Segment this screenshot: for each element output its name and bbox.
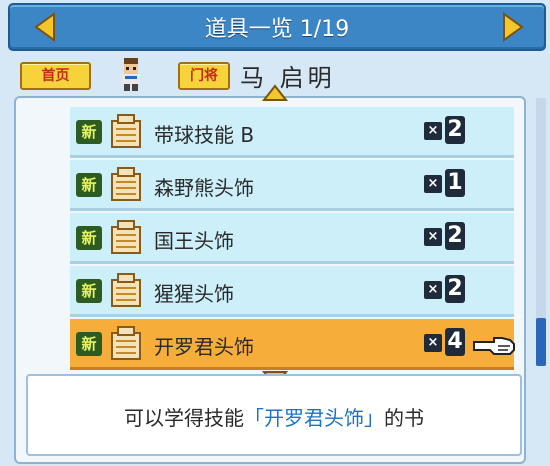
item-row-3[interactable]: 新 猩猩头饰 × 2 xyxy=(70,266,514,317)
triangle-up-icon xyxy=(262,84,288,101)
new-badge: 新 xyxy=(76,332,102,356)
multiply-icon: × xyxy=(424,334,442,352)
new-badge: 新 xyxy=(76,120,102,144)
description-highlight: 「开罗君头饰」 xyxy=(244,406,384,430)
item-description: 可以学得技能「开罗君头饰」的书 xyxy=(28,402,520,431)
item-quantity: 2 xyxy=(445,116,465,144)
item-row-1[interactable]: 新 森野熊头饰 × 1 xyxy=(70,160,514,211)
item-row-2[interactable]: 新 国王头饰 × 2 xyxy=(70,213,514,264)
book-icon xyxy=(108,217,144,257)
new-badge: 新 xyxy=(76,173,102,197)
new-badge: 新 xyxy=(76,226,102,250)
header-bar: 道具一览 1/19 xyxy=(8,3,546,51)
home-tag-button[interactable]: 首页 xyxy=(20,62,91,90)
item-name: 森野熊头饰 xyxy=(154,176,254,200)
item-quantity: 2 xyxy=(445,222,465,250)
item-row-0[interactable]: 新 带球技能 B × 2 xyxy=(70,107,514,158)
item-name: 猩猩头饰 xyxy=(154,282,234,306)
item-row-4-selected[interactable]: 新 开罗君头饰 × 4 xyxy=(70,319,514,370)
new-badge: 新 xyxy=(76,279,102,303)
game-screen: 道具一览 1/19 首页 门将 马 启明 新 带球技能 B × 2 新 森野熊头… xyxy=(0,0,550,466)
scrollbar-thumb[interactable] xyxy=(536,318,546,366)
item-name: 带球技能 B xyxy=(154,123,255,147)
player-avatar xyxy=(114,56,148,92)
page-indicator: 1/19 xyxy=(299,17,350,42)
title-text: 道具一览 xyxy=(204,17,293,42)
book-icon xyxy=(108,270,144,310)
book-icon xyxy=(108,164,144,204)
item-name: 国王头饰 xyxy=(154,229,234,253)
position-tag: 门将 xyxy=(178,62,230,90)
pointing-hand-icon xyxy=(472,332,516,358)
item-description-box: 可以学得技能「开罗君头饰」的书 xyxy=(26,374,522,456)
multiply-icon: × xyxy=(424,175,442,193)
multiply-icon: × xyxy=(424,122,442,140)
book-icon xyxy=(108,323,144,363)
description-prefix: 可以学得技能 xyxy=(124,406,244,430)
multiply-icon: × xyxy=(424,228,442,246)
item-quantity: 1 xyxy=(445,169,465,197)
player-sprite-icon xyxy=(122,58,140,91)
item-name: 开罗君头饰 xyxy=(154,335,254,359)
item-quantity: 2 xyxy=(445,275,465,303)
triangle-right-icon xyxy=(503,12,524,42)
scroll-up-button[interactable] xyxy=(262,84,288,102)
book-icon xyxy=(108,111,144,151)
next-page-button[interactable] xyxy=(500,12,526,42)
description-suffix: 的书 xyxy=(384,406,424,430)
multiply-icon: × xyxy=(424,281,442,299)
page-title: 道具一览 1/19 xyxy=(10,11,544,43)
item-quantity: 4 xyxy=(445,328,465,356)
